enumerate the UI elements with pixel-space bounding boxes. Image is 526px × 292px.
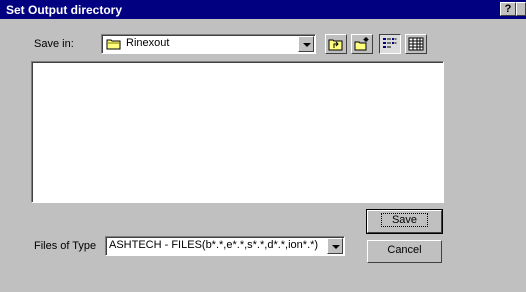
close-button[interactable] [516, 2, 526, 16]
title-bar: Set Output directory ? [0, 0, 526, 19]
file-list[interactable] [31, 61, 444, 203]
details-view-button[interactable] [405, 34, 427, 54]
save-in-value: Rinexout [126, 37, 170, 49]
help-button[interactable]: ? [500, 2, 516, 16]
save-button-label: Save [380, 213, 429, 227]
cancel-button[interactable]: Cancel [367, 240, 442, 263]
save-in-label: Save in: [34, 38, 74, 50]
chevron-down-icon[interactable] [327, 238, 343, 254]
files-of-type-dropdown[interactable]: ASHTECH - FILES(b*.*,e*.*,s*.*,d*.*,ion*… [105, 236, 345, 256]
files-of-type-label: Files of Type [34, 240, 97, 252]
list-view-button[interactable] [379, 34, 401, 54]
save-button[interactable]: Save [366, 209, 443, 234]
window-title: Set Output directory [6, 3, 123, 17]
save-in-dropdown[interactable]: Rinexout [101, 34, 316, 54]
folder-icon [106, 37, 122, 54]
up-one-level-button[interactable] [325, 34, 347, 54]
create-new-folder-button[interactable] [351, 34, 373, 54]
chevron-down-icon[interactable] [298, 36, 314, 52]
files-of-type-value: ASHTECH - FILES(b*.*,e*.*,s*.*,d*.*,ion*… [109, 239, 319, 251]
